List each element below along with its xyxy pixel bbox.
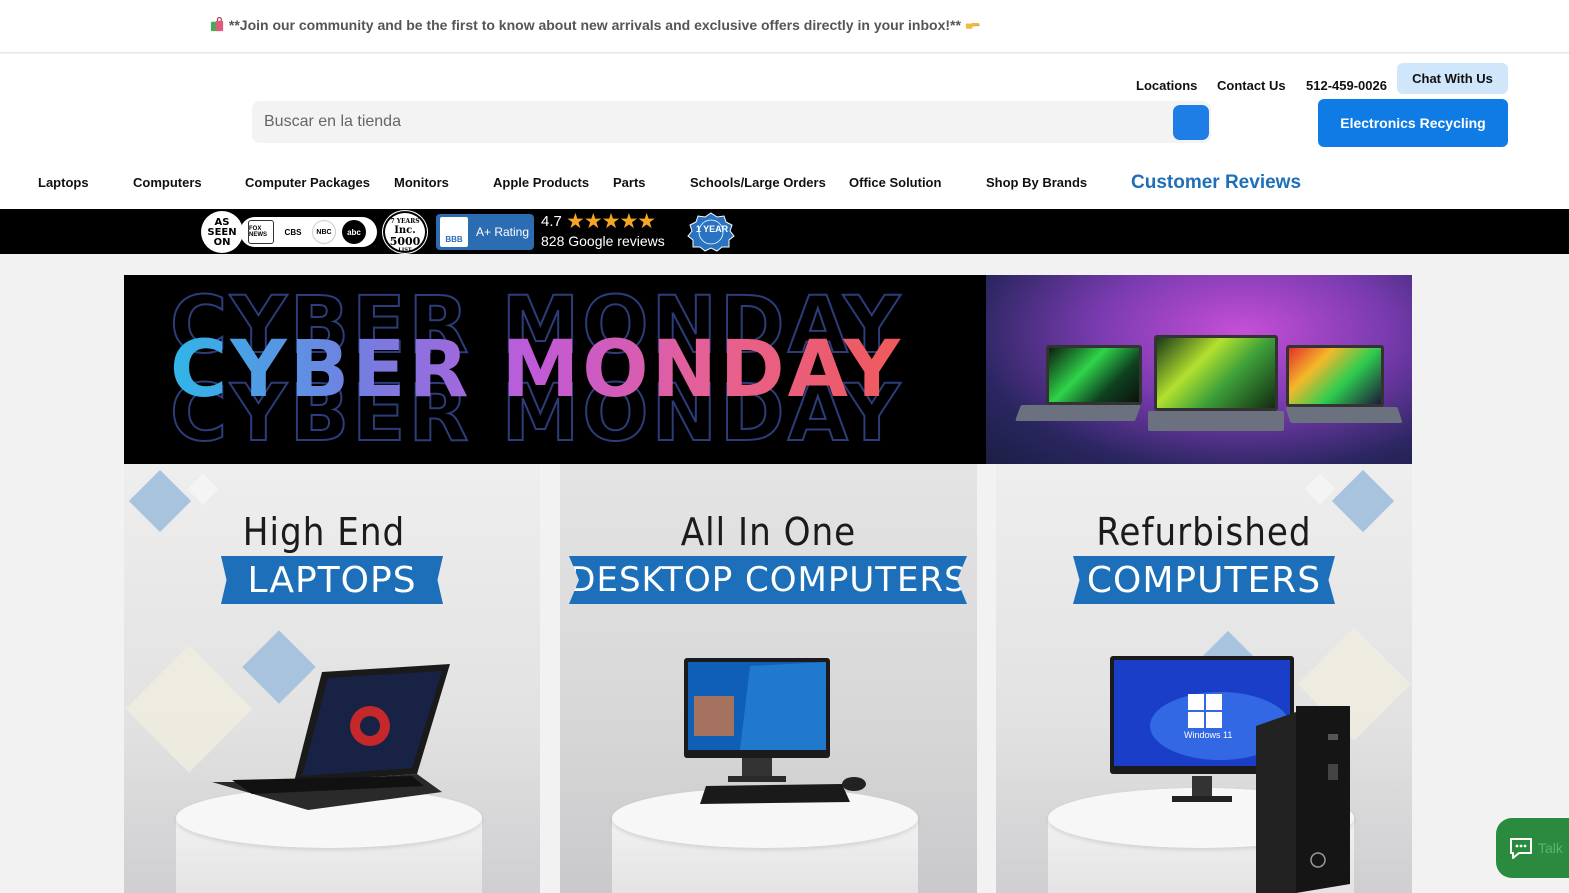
search-bar — [252, 101, 1211, 143]
inc-top-text: 7 YEARS — [390, 218, 420, 225]
chat-with-us-label: Chat With Us — [1412, 71, 1493, 86]
nbc-logo: NBC — [312, 220, 336, 244]
all-in-one-product-image — [684, 658, 866, 804]
google-reviews-count: 828 Google reviews — [541, 233, 665, 249]
as-seen-on-line-3: ON — [213, 237, 231, 248]
electronics-recycling-button[interactable]: Electronics Recycling — [1318, 99, 1508, 147]
warranty-badge: 1 YEAR — [684, 212, 739, 252]
electronics-recycling-label: Electronics Recycling — [1340, 115, 1486, 131]
card-title-top: All In One — [680, 510, 857, 554]
card-ribbon: DESKTOP COMPUTERS — [569, 556, 967, 604]
announcement-bar: **Join our community and be the first to… — [0, 0, 1569, 53]
shopping-bags-icon — [210, 17, 224, 32]
chat-with-us-button[interactable]: Chat With Us — [1397, 63, 1508, 94]
nav-apple-products[interactable]: Apple Products — [493, 175, 589, 190]
cyber-monday-banner[interactable]: CYBER MONDAY CYBER MONDAY CYBER MONDAY — [124, 275, 1412, 464]
tower-product-image — [1256, 706, 1350, 893]
search-input[interactable] — [264, 101, 1164, 143]
card-ribbon: COMPUTERS — [1073, 556, 1335, 604]
search-button[interactable] — [1173, 105, 1209, 140]
google-score: 4.7 — [541, 213, 562, 230]
nav-computer-packages[interactable]: Computer Packages — [245, 175, 370, 190]
hero-laptops-image — [986, 275, 1412, 464]
inc-num-text: 5000 — [389, 235, 421, 248]
talk-label: Talk — [1538, 840, 1563, 856]
cbs-logo: CBS — [284, 227, 302, 237]
category-card-refurbished-computers[interactable]: Refurbished COMPUTERS Windows 11 — [996, 464, 1412, 893]
inc-5000-badge: 7 YEARS Inc. 5000 LIST — [383, 211, 427, 253]
laptop-product-image — [212, 664, 450, 810]
windows-11-screen-text: Windows 11 — [1184, 730, 1233, 740]
google-stars-icon: ★★★★★ — [566, 210, 656, 233]
fox-news-logo: FOX NEWS — [248, 220, 274, 244]
nav-computers[interactable]: Computers — [133, 175, 202, 190]
nav-schools-large-orders[interactable]: Schools/Large Orders — [690, 175, 826, 190]
warranty-text: 1 YEAR — [695, 224, 729, 234]
nav-laptops[interactable]: Laptops — [38, 175, 89, 190]
abc-logo: abc — [342, 220, 366, 244]
talk-chat-widget[interactable]: Talk — [1496, 818, 1569, 878]
bbb-badge: BBB A+ Rating — [436, 214, 534, 250]
announcement-text: **Join our community and be the first to… — [228, 17, 961, 33]
bbb-logo: BBB — [440, 217, 468, 247]
card-ribbon: LAPTOPS — [221, 556, 443, 604]
locations-link[interactable]: Locations — [1136, 78, 1197, 93]
site-header: Locations Contact Us 512-459-0026 Chat W… — [0, 54, 1569, 209]
bbb-rating-text: A+ Rating — [476, 225, 530, 239]
nav-customer-reviews[interactable]: Customer Reviews — [1131, 172, 1301, 194]
nav-parts[interactable]: Parts — [613, 175, 646, 190]
chat-bubble-icon — [1510, 838, 1532, 859]
announcement-text-row[interactable]: **Join our community and be the first to… — [210, 17, 980, 33]
card-title-top: High End — [242, 510, 406, 554]
category-card-laptops[interactable]: High End LAPTOPS — [124, 464, 540, 893]
hero-title: CYBER MONDAY — [170, 325, 904, 415]
media-logos: FOX NEWS CBS NBC abc — [240, 217, 377, 247]
nav-office-solution[interactable]: Office Solution — [849, 175, 941, 190]
contact-link[interactable]: Contact Us — [1217, 78, 1286, 93]
nav-monitors[interactable]: Monitors — [394, 175, 449, 190]
phone-link[interactable]: 512-459-0026 — [1306, 78, 1387, 93]
pointing-hand-icon — [965, 23, 980, 29]
nav-shop-by-brands[interactable]: Shop By Brands — [986, 175, 1087, 190]
as-seen-on-badge: AS SEEN ON — [201, 211, 243, 253]
trust-badges-strip: AS SEEN ON FOX NEWS CBS NBC abc 7 YEARS … — [0, 209, 1569, 254]
card-title-top: Refurbished — [1096, 510, 1312, 554]
category-card-desktop-computers[interactable]: All In One DESKTOP COMPUTERS — [560, 464, 977, 893]
